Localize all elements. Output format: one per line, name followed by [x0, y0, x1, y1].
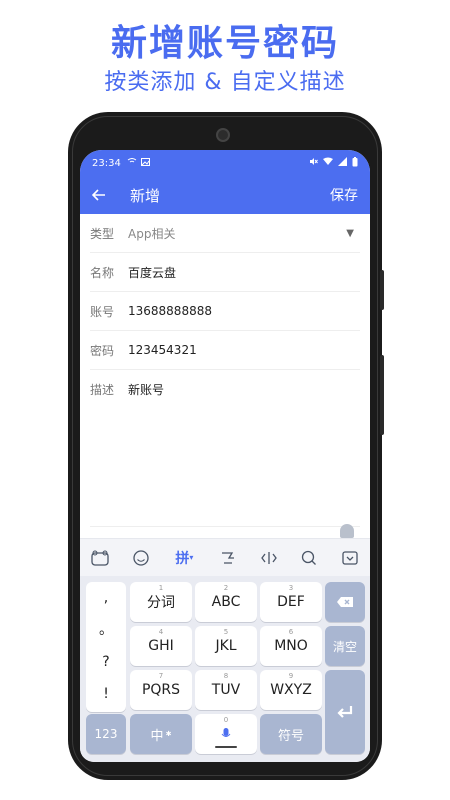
account-label: 账号	[90, 304, 115, 319]
clear-key[interactable]: 清空	[325, 626, 365, 666]
key-number: 4	[158, 628, 164, 636]
battery-icon	[352, 156, 358, 170]
key-9[interactable]: 9 WXYZ	[260, 670, 322, 710]
key-label: ABC	[211, 594, 241, 610]
key-label: MNO	[274, 638, 308, 654]
key-number: 0	[223, 716, 229, 724]
type-row[interactable]: 类型 App相关 ▼	[90, 214, 360, 253]
punct-key[interactable]: ,	[86, 582, 126, 614]
keyboard-toolbar: 拼 ▾	[80, 538, 370, 576]
punct-key[interactable]: ?	[86, 646, 126, 678]
key-label: DEF	[277, 594, 305, 610]
enter-key[interactable]	[325, 670, 365, 754]
name-label: 名称	[90, 265, 115, 280]
backspace-key[interactable]	[325, 582, 365, 622]
key-8[interactable]: 8 TUV	[195, 670, 257, 710]
key-number: 6	[288, 628, 294, 636]
signal-icon	[338, 157, 347, 169]
punct-key[interactable]: !	[86, 678, 126, 710]
arrow-left-icon	[91, 188, 105, 201]
account-input[interactable]: 13688888888	[128, 304, 360, 318]
app-bar: 新增 保存	[80, 176, 370, 214]
key-4[interactable]: 4 GHI	[130, 626, 192, 666]
emoji-icon[interactable]	[130, 547, 152, 569]
keyboard: , 。 ? ! 1 分词 2 ABC 3 DEF 4 GHI 5 JKL 6 M…	[80, 576, 370, 762]
language-key[interactable]: 中 ✱	[130, 714, 192, 754]
key-label: WXYZ	[270, 682, 312, 698]
key-6[interactable]: 6 MNO	[260, 626, 322, 666]
account-form: 类型 App相关 ▼ 名称 百度云盘 账号 13688888888 密码 123…	[80, 214, 370, 409]
wifi-icon	[323, 157, 333, 169]
key-2[interactable]: 2 ABC	[195, 582, 257, 622]
status-bar: 23:34	[80, 150, 370, 176]
keyboard-bear-icon[interactable]	[89, 547, 111, 569]
password-input[interactable]: 123454321	[128, 343, 360, 357]
description-label: 描述	[90, 383, 115, 397]
name-row: 名称 百度云盘	[90, 253, 360, 292]
key-7[interactable]: 7 PQRS	[130, 670, 192, 710]
handwriting-icon[interactable]	[217, 547, 239, 569]
dropdown-arrow-icon[interactable]: ▼	[346, 228, 354, 239]
name-input[interactable]: 百度云盘	[128, 264, 360, 281]
promo-title: 新增账号密码	[110, 23, 339, 64]
symbol-key[interactable]: 符号	[260, 714, 322, 754]
microphone-icon	[221, 728, 231, 737]
key-number: 9	[288, 672, 294, 680]
cast-icon	[127, 157, 137, 169]
clear-label: 清空	[332, 639, 357, 654]
enter-icon	[337, 706, 353, 718]
description-textarea[interactable]	[90, 409, 360, 538]
app-screen: 23:34 新增 保存 类型 App相关 ▼ 名称 百度云盘 账号 136888…	[80, 150, 370, 762]
save-button[interactable]: 保存	[330, 185, 358, 205]
key-number: 3	[288, 584, 294, 592]
key-3[interactable]: 3 DEF	[260, 582, 322, 622]
password-row: 密码 123454321	[90, 331, 360, 370]
description-row: 描述 新账号	[90, 370, 360, 409]
cursor-icon[interactable]	[258, 547, 280, 569]
key-5[interactable]: 5 JKL	[195, 626, 257, 666]
space-underline	[215, 746, 237, 748]
type-label: 类型	[90, 226, 115, 241]
power-button	[380, 270, 384, 310]
type-select[interactable]: App相关	[128, 225, 346, 242]
key-label: TUV	[211, 682, 241, 698]
password-label: 密码	[90, 343, 115, 358]
language-label: 中	[150, 728, 164, 744]
volume-button	[380, 355, 384, 435]
promo-subtitle: 按类添加 & 自定义描述	[104, 70, 346, 95]
keyboard-handle-icon[interactable]	[340, 524, 354, 538]
account-row: 账号 13688888888	[90, 292, 360, 331]
search-icon[interactable]	[298, 547, 320, 569]
key-label: 分词	[147, 595, 175, 611]
pinyin-switch[interactable]: 拼 ▾	[170, 547, 198, 569]
numeric-key[interactable]: 123	[86, 714, 126, 754]
status-time: 23:34	[92, 157, 121, 169]
punctuation-column[interactable]: , 。 ? !	[86, 582, 126, 712]
image-icon	[140, 157, 150, 169]
key-label: JKL	[215, 638, 237, 654]
pinyin-label: 拼	[175, 550, 190, 567]
back-button[interactable]	[91, 186, 114, 205]
key-number: 1	[158, 584, 164, 592]
numeric-label: 123	[94, 727, 118, 741]
symbol-label: 符号	[277, 728, 304, 744]
hide-keyboard-icon[interactable]	[339, 547, 361, 569]
key-label: PQRS	[141, 682, 181, 698]
description-input[interactable]: 新账号	[128, 381, 360, 398]
key-number: 8	[223, 672, 229, 680]
key-label: GHI	[148, 638, 174, 654]
backspace-icon	[337, 597, 353, 607]
key-number: 7	[158, 672, 164, 680]
key-1[interactable]: 1 分词	[130, 582, 192, 622]
caret-down-icon: ▾	[189, 553, 194, 562]
space-key[interactable]: 0	[195, 714, 257, 754]
key-number: 5	[223, 628, 229, 636]
mute-icon	[309, 157, 318, 169]
front-camera	[216, 128, 230, 142]
page-title: 新增	[130, 186, 161, 205]
key-number: 2	[223, 584, 229, 592]
punct-key[interactable]: 。	[86, 614, 126, 646]
globe-icon: ✱	[165, 730, 172, 738]
